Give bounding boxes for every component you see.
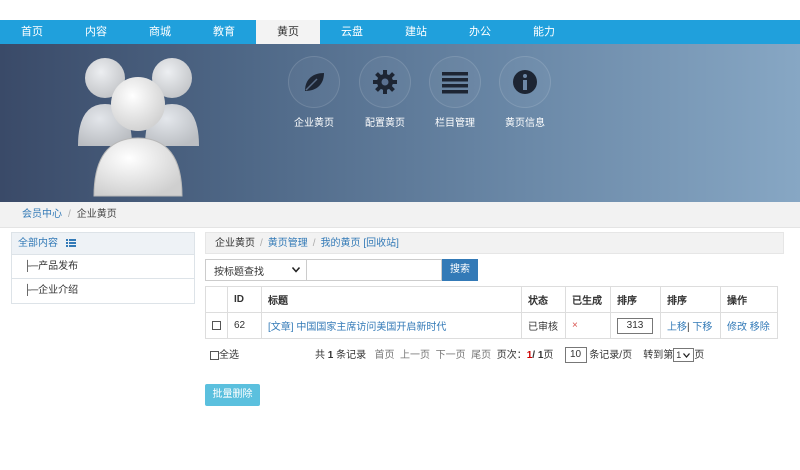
col-header-id: ID bbox=[227, 286, 262, 313]
row-move-cell: 上移| 下移 bbox=[660, 312, 721, 339]
col-header-actions: 操作 bbox=[720, 286, 778, 313]
page-label: 页次： bbox=[496, 350, 527, 361]
search-bar: 按标题查找 搜索 bbox=[205, 259, 784, 281]
row-select-cell bbox=[205, 312, 228, 339]
table-header-row: ID 标题 状态 已生成 排序 排序 操作 bbox=[205, 286, 778, 313]
move-separator: | bbox=[687, 322, 690, 333]
move-up-link[interactable]: 上移 bbox=[667, 322, 687, 333]
search-field-select[interactable]: 按标题查找 bbox=[205, 259, 307, 281]
row-sort-cell: 313 bbox=[610, 312, 661, 339]
leaf-icon bbox=[305, 73, 324, 91]
tool-label: 企业黄页 bbox=[294, 118, 334, 129]
select-all[interactable]: 全选 bbox=[210, 346, 239, 361]
sub-breadcrumb: 企业黄页 / 黄页管理 / 我的黄页 [回收站] bbox=[205, 232, 784, 254]
left-sidebar: 全部内容 ├─产品发布 ├─企业介绍 bbox=[11, 232, 195, 304]
remove-link[interactable]: 移除 bbox=[750, 322, 770, 333]
nav-item-education[interactable]: 教育 bbox=[192, 20, 256, 44]
nav-item-cloud[interactable]: 云盘 bbox=[320, 20, 384, 44]
info-icon bbox=[513, 70, 537, 94]
subcrumb-my-yellow-pages[interactable]: 我的黄页 bbox=[321, 238, 361, 249]
tool-configure-yellow-pages[interactable]: 配置黄页 bbox=[355, 56, 415, 129]
tool-label: 配置黄页 bbox=[365, 118, 405, 129]
nav-item-mall[interactable]: 商城 bbox=[128, 20, 192, 44]
list-icon bbox=[442, 72, 468, 94]
subcrumb-yellow-pages-management[interactable]: 黄页管理 bbox=[268, 238, 308, 249]
goto-page-value: 1 bbox=[676, 350, 682, 361]
row-status: 已审核 bbox=[521, 312, 566, 339]
edit-link[interactable]: 修改 bbox=[727, 322, 747, 333]
nav-item-office[interactable]: 办公 bbox=[448, 20, 512, 44]
table-row: 62 [文章] 中国国家主席访问美国开启新时代 已审核 × 313 上移| 下移… bbox=[205, 312, 778, 339]
page-separator: / bbox=[532, 350, 536, 361]
goto-suffix: 页 bbox=[694, 350, 705, 361]
top-nav: 首页 内容 商城 教育 黄页 云盘 建站 办公 能力 bbox=[0, 20, 800, 44]
page-word: 页 bbox=[543, 350, 554, 361]
total-count: 1 bbox=[327, 350, 334, 361]
nav-item-site-builder[interactable]: 建站 bbox=[384, 20, 448, 44]
sort-order-input[interactable]: 313 bbox=[617, 317, 653, 334]
chevron-down-icon bbox=[292, 267, 300, 273]
row-actions-cell: 修改 移除 bbox=[720, 312, 778, 339]
search-button[interactable]: 搜索 bbox=[442, 259, 478, 281]
move-down-link[interactable]: 下移 bbox=[692, 322, 712, 333]
pager-info: 共 1 条记录 首页 上一页 下一页 尾页 页次：1/ 1页 10 条记录/页 … bbox=[315, 346, 705, 364]
goto-prefix: 转到第 bbox=[643, 350, 674, 361]
content-table: ID 标题 状态 已生成 排序 排序 操作 62 [文章] 中国国家主席访问美国… bbox=[205, 286, 778, 339]
sidebar-title: 全部内容 bbox=[18, 238, 58, 249]
goto-page-select[interactable]: 1 bbox=[673, 348, 695, 363]
col-header-move: 排序 bbox=[660, 286, 721, 313]
subcrumb-separator: / bbox=[312, 238, 316, 249]
subcrumb-enterprise[interactable]: 企业黄页 bbox=[215, 238, 255, 249]
per-page-input[interactable]: 10 bbox=[564, 347, 587, 364]
nav-item-yellow-pages[interactable]: 黄页 bbox=[256, 20, 320, 44]
last-page-link[interactable]: 尾页 bbox=[471, 350, 491, 361]
tool-label: 黄页信息 bbox=[505, 118, 545, 129]
prev-page-link[interactable]: 上一页 bbox=[400, 350, 430, 361]
total-prefix: 共 bbox=[315, 350, 325, 361]
recycle-bin-link[interactable]: [回收站] bbox=[363, 238, 399, 249]
first-page-link[interactable]: 首页 bbox=[374, 350, 394, 361]
subcrumb-separator: / bbox=[260, 238, 263, 249]
row-id: 62 bbox=[227, 312, 262, 339]
nav-item-content[interactable]: 内容 bbox=[64, 20, 128, 44]
select-all-checkbox[interactable] bbox=[210, 350, 219, 360]
gear-icon bbox=[373, 70, 397, 94]
breadcrumb-member-center[interactable]: 会员中心 bbox=[22, 209, 62, 220]
search-input[interactable] bbox=[307, 259, 442, 281]
col-header-title: 标题 bbox=[261, 286, 522, 313]
tool-column-management[interactable]: 栏目管理 bbox=[425, 56, 485, 129]
users-group-icon bbox=[78, 58, 199, 197]
batch-delete-button[interactable]: 批量删除 bbox=[205, 384, 260, 406]
breadcrumb: 会员中心 / 企业黄页 bbox=[0, 202, 800, 228]
row-title-link[interactable]: [文章] 中国国家主席访问美国开启新时代 bbox=[268, 322, 446, 333]
breadcrumb-separator: / bbox=[68, 209, 71, 220]
not-generated-icon: × bbox=[572, 320, 578, 331]
main-panel: 企业黄页 / 黄页管理 / 我的黄页 [回收站] 按标题查找 搜索 ID 标题 状态 已… bbox=[205, 232, 784, 366]
row-generated-cell: × bbox=[565, 312, 611, 339]
per-page-suffix: 条记录/页 bbox=[589, 350, 633, 361]
list-icon bbox=[65, 239, 76, 247]
col-header-select bbox=[205, 286, 228, 313]
nav-item-ability[interactable]: 能力 bbox=[512, 20, 576, 44]
select-all-label: 全选 bbox=[219, 350, 239, 361]
sidebar-all-content[interactable]: 全部内容 bbox=[12, 233, 194, 255]
next-page-link[interactable]: 下一页 bbox=[436, 350, 466, 361]
col-header-sort: 排序 bbox=[610, 286, 661, 313]
member-banner: 企业黄页 配置黄页 栏目管理 黄页信息 bbox=[0, 44, 800, 202]
col-header-status: 状态 bbox=[521, 286, 566, 313]
col-header-generated: 已生成 bbox=[565, 286, 611, 313]
sidebar-item-company-intro[interactable]: ├─企业介绍 bbox=[12, 279, 194, 303]
row-checkbox[interactable] bbox=[212, 320, 221, 330]
tool-enterprise-yellow-pages[interactable]: 企业黄页 bbox=[284, 56, 344, 129]
search-field-select-value: 按标题查找 bbox=[214, 266, 264, 278]
row-title-cell: [文章] 中国国家主席访问美国开启新时代 bbox=[261, 312, 522, 339]
chevron-down-icon bbox=[683, 353, 691, 359]
tool-yellow-pages-info[interactable]: 黄页信息 bbox=[495, 56, 555, 129]
sidebar-item-product-release[interactable]: ├─产品发布 bbox=[12, 255, 194, 279]
nav-item-home[interactable]: 首页 bbox=[0, 20, 64, 44]
tool-label: 栏目管理 bbox=[435, 118, 475, 129]
total-suffix: 条记录 bbox=[336, 350, 367, 361]
breadcrumb-current: 企业黄页 bbox=[76, 209, 117, 220]
pager: 全选 共 1 条记录 首页 上一页 下一页 尾页 页次：1/ 1页 10 条记录… bbox=[205, 344, 784, 366]
